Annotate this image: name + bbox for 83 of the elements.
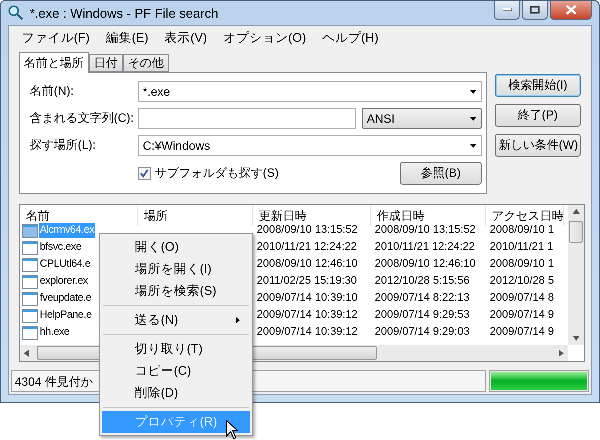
- table-cell-text: 2009/07/14 10:39:10: [256, 291, 359, 306]
- table-cell-text: 2008/09/10 12:46:10: [374, 257, 477, 272]
- context-menu-item[interactable]: 開く(O): [102, 236, 250, 258]
- encoding-dropdown[interactable]: ANSI: [362, 108, 482, 129]
- check-icon: [140, 169, 149, 178]
- field-label: 含まれる文字列(C):: [30, 110, 135, 127]
- context-menu-item[interactable]: 場所を検索(S): [102, 280, 250, 302]
- file-icon: [22, 292, 38, 306]
- context-menu-item[interactable]: 切り取り(T): [102, 338, 250, 360]
- scroll-up-icon[interactable]: [572, 209, 580, 214]
- column-header[interactable]: 更新日時: [253, 205, 371, 226]
- table-cell-text: 2009/07/14 10:39:12: [256, 325, 359, 340]
- file-name[interactable]: HelpPane.e: [39, 308, 93, 323]
- table-cell-text: 2010/11/21 1: [489, 240, 554, 255]
- mouse-pointer-icon: [226, 420, 240, 440]
- vertical-scrollbar[interactable]: [568, 205, 584, 345]
- action-button[interactable]: 検索開始(I): [495, 74, 581, 97]
- table-cell-text: 2009/07/14 8: [489, 291, 556, 306]
- dropdown-caret-icon[interactable]: [470, 116, 477, 120]
- table-cell-text: 2008/09/10 1: [489, 257, 556, 272]
- table-cell-text: 2009/07/14 8:22:13: [374, 291, 471, 306]
- tab[interactable]: 名前と場所: [19, 52, 89, 73]
- file-icon: [22, 326, 38, 340]
- table-cell-text: 2008/09/10 13:15:52: [256, 223, 359, 238]
- table-cell-text: 2009/07/14 10:39:12: [256, 308, 359, 323]
- tab[interactable]: その他: [123, 54, 169, 72]
- browse-button[interactable]: 参照(B): [400, 162, 482, 185]
- close-button[interactable]: [550, 1, 592, 20]
- action-button[interactable]: 新しい条件(W): [495, 134, 581, 157]
- action-button[interactable]: 終了(P): [495, 104, 581, 127]
- menu-item[interactable]: ファイル(F): [15, 30, 97, 46]
- window-title: *.exe : Windows - PF File search: [30, 6, 220, 20]
- file-icon: [22, 240, 38, 254]
- table-cell-text: 2009/07/14 9:29:03: [374, 325, 471, 340]
- menu-item[interactable]: オプション(O): [216, 30, 314, 46]
- table-cell-text: 2011/02/25 15:19:30: [256, 274, 358, 289]
- field-label: 探す場所(L):: [30, 137, 97, 154]
- file-name[interactable]: CPLUtl64.e: [39, 257, 92, 272]
- scroll-left-icon[interactable]: [24, 350, 29, 356]
- table-cell-text: 2008/09/10 1: [489, 223, 556, 238]
- table-cell-text: 2010/11/21 12:24:22: [374, 240, 476, 255]
- menu-item[interactable]: 編集(E): [98, 30, 156, 46]
- file-name[interactable]: explorer.ex: [39, 274, 90, 289]
- table-cell-text: 2008/09/10 12:46:10: [256, 257, 359, 272]
- table-cell-text: 2009/07/14 9: [489, 325, 556, 340]
- dropdown-caret-icon[interactable]: [470, 90, 477, 94]
- column-header[interactable]: 作成日時: [371, 205, 486, 226]
- context-menu-item[interactable]: 送る(N): [102, 309, 250, 331]
- scroll-down-icon[interactable]: [572, 336, 580, 341]
- file-icon: [22, 258, 38, 272]
- scroll-right-icon[interactable]: [559, 350, 564, 356]
- dropdown-caret-icon[interactable]: [470, 144, 477, 148]
- table-cell-text: 2009/07/14 9: [489, 308, 556, 323]
- name-field[interactable]: *.exe: [138, 81, 482, 102]
- table-cell-text: 2012/10/28 5:15:56: [374, 274, 471, 289]
- location-field[interactable]: C:¥Windows: [138, 135, 482, 156]
- text-field[interactable]: [138, 108, 356, 129]
- search-icon: [8, 5, 24, 21]
- table-cell-text: 2009/07/14 9:29:53: [374, 308, 471, 323]
- file-name[interactable]: fveupdate.e: [39, 291, 93, 306]
- minimize-button[interactable]: [494, 1, 520, 20]
- maximize-icon: [530, 6, 540, 14]
- file-icon: [22, 274, 38, 288]
- file-name[interactable]: bfsvc.exe: [39, 240, 83, 255]
- table-cell-text: 2008/09/10 13:15:52: [374, 223, 477, 238]
- scrollbar-thumb[interactable]: [569, 221, 583, 243]
- column-header[interactable]: 場所: [138, 205, 253, 226]
- minimize-icon: [502, 8, 512, 12]
- submenu-arrow-icon: [236, 316, 240, 324]
- table-cell-text: 2012/10/28 5: [489, 274, 556, 289]
- file-icon: [22, 224, 38, 238]
- file-name[interactable]: hh.exe: [39, 325, 71, 340]
- tab[interactable]: 日付: [89, 54, 123, 72]
- close-icon: [566, 5, 576, 15]
- column-header[interactable]: アクセス日時: [486, 205, 564, 226]
- table-cell-text: 2010/11/21 12:24:22: [256, 240, 358, 255]
- context-menu-item[interactable]: 場所を開く(I): [102, 258, 250, 280]
- maximize-button[interactable]: [522, 1, 548, 20]
- menu-item[interactable]: ヘルプ(H): [315, 30, 386, 46]
- subfolder-checkbox[interactable]: サブフォルダも探す(S): [138, 165, 279, 182]
- file-icon: [22, 308, 38, 322]
- menu-item[interactable]: 表示(V): [158, 30, 214, 46]
- field-label: 名前(N):: [30, 83, 75, 100]
